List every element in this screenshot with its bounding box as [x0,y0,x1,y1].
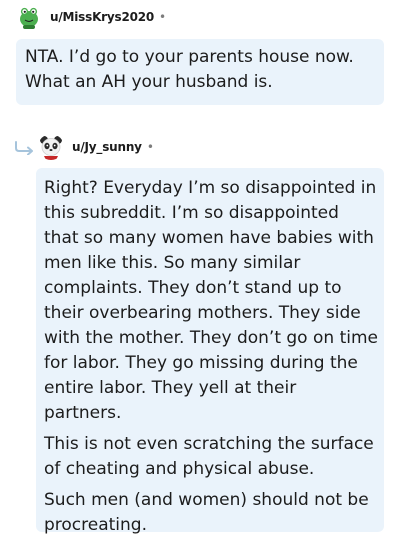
comment-bubble: NTA. I’d go to your parents house now. W… [16,39,384,105]
separator-dot: • [146,140,154,154]
reply-paragraph: This is not even scratching the surface … [44,434,374,479]
comment-username[interactable]: u/MissKrys2020 [50,10,154,24]
reply-bubble: Right? Everyday I’m so disappointed in t… [36,168,384,535]
reply-header: u/Jy_sunny • [38,133,154,161]
comment-body: NTA. I’d go to your parents house now. W… [25,47,354,92]
reply-paragraph: Right? Everyday I’m so disappointed in t… [44,178,378,423]
reply-arrow-icon [14,140,36,159]
separator-dot: • [159,10,167,24]
reply-username[interactable]: u/Jy_sunny [72,140,142,154]
green-frog-avatar-icon[interactable] [16,4,42,30]
panda-avatar-icon[interactable] [38,134,64,160]
comment-header: u/MissKrys2020 • [16,3,166,31]
reply-paragraph: Such men (and women) should not be procr… [44,490,369,535]
